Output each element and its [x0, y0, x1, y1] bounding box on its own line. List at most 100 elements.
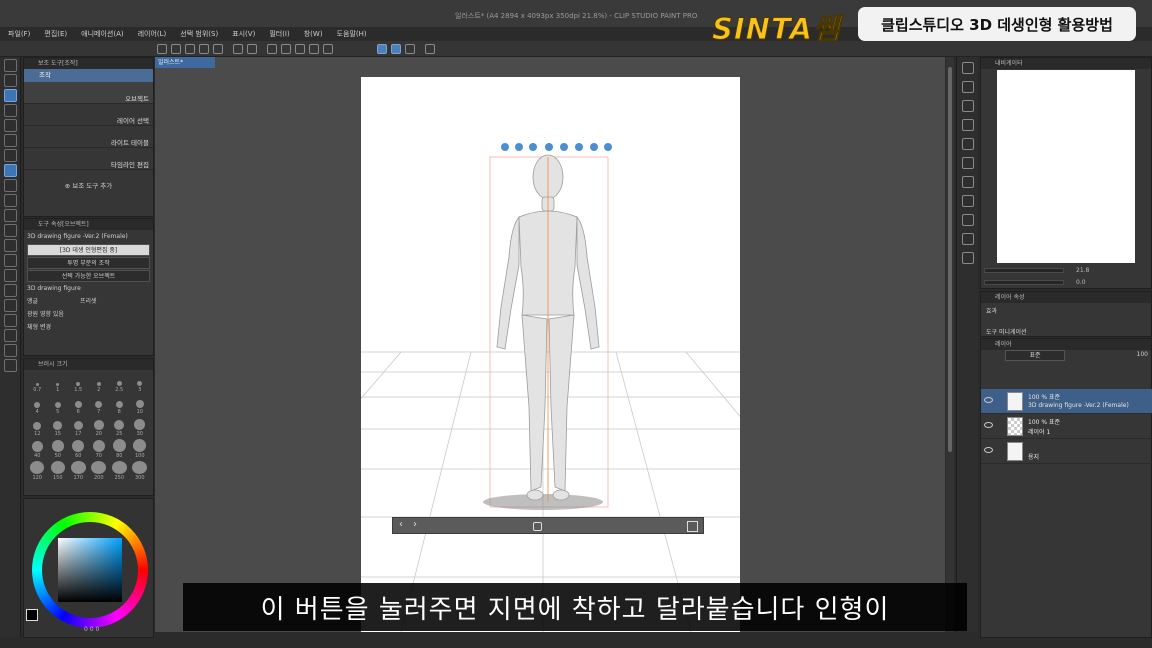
lighting-checkbox[interactable]: 광원 영향 있음: [27, 309, 150, 321]
redo-icon[interactable]: [247, 44, 257, 54]
brush-size-cell[interactable]: 170: [68, 461, 89, 481]
brush-size-cell[interactable]: 10: [130, 395, 151, 415]
ground-snap-icon[interactable]: [533, 522, 542, 531]
material-icon[interactable]: [962, 119, 974, 131]
hand-tool-icon[interactable]: [4, 74, 17, 87]
material-color-icon[interactable]: [962, 138, 974, 150]
brush-size-cell[interactable]: 80: [109, 439, 130, 459]
brush-size-cell[interactable]: 7: [89, 395, 110, 415]
eyedropper-tool-icon[interactable]: [4, 149, 17, 162]
menu-window[interactable]: 창(W): [304, 29, 323, 39]
lasso-tool-icon[interactable]: [4, 119, 17, 132]
subtool-layer-select[interactable]: 레이어 선택: [24, 104, 153, 126]
brush-size-cell[interactable]: 70: [89, 439, 110, 459]
gradient-tool-icon[interactable]: [4, 284, 17, 297]
brush-size-cell[interactable]: 2.5: [109, 373, 130, 393]
subtool-object[interactable]: 오브젝트: [24, 82, 153, 104]
menu-view[interactable]: 표시(V): [232, 29, 255, 39]
menu-filter[interactable]: 필터(I): [269, 29, 289, 39]
eraser-tool-icon[interactable]: [4, 239, 17, 252]
visibility-eye-icon[interactable]: [984, 397, 993, 403]
material-image-icon[interactable]: [962, 233, 974, 245]
material-3d-icon[interactable]: [962, 176, 974, 188]
opacity-value[interactable]: 100: [1137, 351, 1148, 358]
new-canvas-icon[interactable]: [157, 44, 167, 54]
brush-size-cell[interactable]: 50: [48, 439, 69, 459]
brush-size-cell[interactable]: 17: [68, 417, 89, 437]
subtool-tab-operation[interactable]: 조작: [24, 69, 153, 82]
correct-line-tool-icon[interactable]: [4, 359, 17, 372]
sub-view-icon[interactable]: [962, 81, 974, 93]
rotation-slider[interactable]: [984, 280, 1064, 285]
operation-tool-icon[interactable]: [4, 89, 17, 102]
save-icon[interactable]: [185, 44, 195, 54]
blend-tool-icon[interactable]: [4, 254, 17, 267]
transparent-operation-select[interactable]: 투명 부분의 조작: [27, 257, 150, 269]
settings-icon[interactable]: [687, 521, 698, 532]
blend-mode-select[interactable]: 표준: [1005, 350, 1065, 361]
selectable-object-select[interactable]: 선택 가능한 오브젝트: [27, 270, 150, 282]
navigator-toggle-icon[interactable]: [962, 62, 974, 74]
visibility-eye-icon[interactable]: [984, 447, 993, 453]
open-icon[interactable]: [171, 44, 181, 54]
layer-search-icon[interactable]: [962, 100, 974, 112]
canvas-tab[interactable]: 일러스트*: [155, 57, 215, 68]
print-icon[interactable]: [213, 44, 223, 54]
menu-animation[interactable]: 애니메이션(A): [81, 29, 123, 39]
clear-icon[interactable]: [267, 44, 277, 54]
object-control-bar[interactable]: ‹ ›: [392, 517, 704, 534]
brush-size-cell[interactable]: 12: [27, 417, 48, 437]
material-brush-icon[interactable]: [962, 195, 974, 207]
menu-file[interactable]: 파일(F): [8, 29, 30, 39]
object-list-item[interactable]: 3D drawing figure: [27, 283, 150, 295]
brush-size-cell[interactable]: 15: [48, 417, 69, 437]
brush-size-cell[interactable]: 120: [27, 461, 48, 481]
material-manga-icon[interactable]: [962, 252, 974, 264]
subtool-timeline-edit[interactable]: 타임라인 편집: [24, 148, 153, 170]
snap-special-ruler-icon[interactable]: [391, 44, 401, 54]
decoration-tool-icon[interactable]: [4, 224, 17, 237]
text-tool-icon[interactable]: [4, 329, 17, 342]
transform-icon[interactable]: [281, 44, 291, 54]
brush-size-cell[interactable]: 4: [27, 395, 48, 415]
brush-size-cell[interactable]: 1.5: [68, 373, 89, 393]
brush-size-cell[interactable]: 100: [130, 439, 151, 459]
material-pattern-icon[interactable]: [962, 214, 974, 226]
deselect-icon[interactable]: [309, 44, 319, 54]
object-launcher-icons[interactable]: [501, 143, 612, 151]
preset-select[interactable]: 프리셋: [80, 298, 97, 305]
pencil-tool-icon[interactable]: [4, 179, 17, 192]
3d-scene[interactable]: [361, 77, 740, 632]
menu-help[interactable]: 도움말(H): [337, 29, 367, 39]
zoom-slider[interactable]: [984, 268, 1064, 273]
canvas-paper[interactable]: ‹ ›: [361, 77, 740, 632]
snap-grid-icon[interactable]: [405, 44, 415, 54]
material-mono-icon[interactable]: [962, 157, 974, 169]
brush-size-cell[interactable]: 0.7: [27, 373, 48, 393]
brush-size-cell[interactable]: 30: [130, 417, 151, 437]
brush-size-cell[interactable]: 8: [109, 395, 130, 415]
menu-edit[interactable]: 편집(E): [44, 29, 67, 39]
move-layer-tool-icon[interactable]: [4, 104, 17, 117]
brush-size-cell[interactable]: 1: [48, 373, 69, 393]
ruler-toggle-icon[interactable]: [425, 44, 435, 54]
saturation-value-square[interactable]: [58, 538, 122, 602]
next-icon[interactable]: ›: [413, 519, 417, 530]
brush-size-cell[interactable]: 20: [89, 417, 110, 437]
scrollbar-thumb[interactable]: [948, 67, 952, 452]
main-color-swatch[interactable]: [26, 609, 38, 621]
figure-tool-icon[interactable]: [4, 299, 17, 312]
airbrush-tool-icon[interactable]: [4, 209, 17, 222]
fill-icon[interactable]: [295, 44, 305, 54]
brush-size-cell[interactable]: 250: [109, 461, 130, 481]
brush-size-cell[interactable]: 300: [130, 461, 151, 481]
visibility-eye-icon[interactable]: [984, 422, 993, 428]
brush-size-cell[interactable]: 150: [48, 461, 69, 481]
balloon-tool-icon[interactable]: [4, 344, 17, 357]
menu-selection[interactable]: 선택 범위(S): [180, 29, 218, 39]
add-subtool-button[interactable]: ⊕ 보조 도구 추가: [24, 170, 153, 190]
invert-selection-icon[interactable]: [323, 44, 333, 54]
brush-size-cell[interactable]: 6: [68, 395, 89, 415]
pen-tool-icon[interactable]: [4, 164, 17, 177]
brush-size-cell[interactable]: 2: [89, 373, 110, 393]
